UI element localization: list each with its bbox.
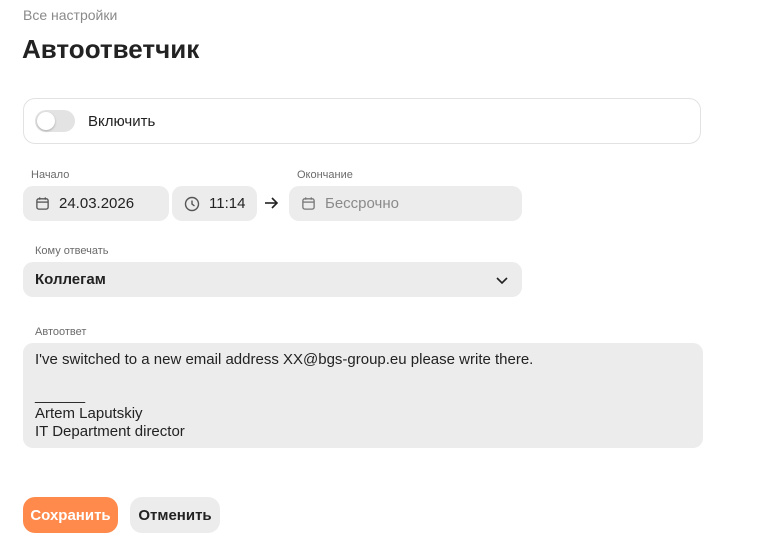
autoreply-line: IT Department director — [35, 423, 185, 440]
start-time-value: 11:14 — [209, 195, 246, 212]
autoreply-line — [35, 369, 691, 387]
toggle-knob — [37, 112, 55, 130]
enable-toggle-switch[interactable] — [35, 110, 75, 132]
enable-toggle-card: Включить — [23, 98, 701, 144]
reply-to-label: Кому отвечать — [35, 245, 109, 257]
start-date-field[interactable]: 24.03.2026 — [23, 186, 169, 221]
enable-toggle-label: Включить — [88, 112, 156, 130]
autoreply-textarea[interactable]: I've switched to a new email address XX@… — [23, 343, 703, 448]
start-label: Начало — [31, 169, 70, 181]
cancel-button[interactable]: Отменить — [130, 497, 220, 533]
arrow-right-icon — [265, 197, 279, 209]
autoreply-label: Автоответ — [35, 326, 87, 338]
start-date-value: 24.03.2026 — [59, 195, 135, 212]
end-date-placeholder: Бессрочно — [325, 195, 399, 212]
reply-to-value: Коллегам — [35, 271, 106, 288]
autoreply-line: ______ — [35, 387, 86, 404]
save-button[interactable]: Сохранить — [23, 497, 118, 533]
calendar-icon — [36, 197, 49, 210]
reply-to-select[interactable]: Коллегам — [23, 262, 522, 297]
autoreply-line: I've switched to a new email address XX@… — [35, 351, 534, 368]
start-time-field[interactable]: 11:14 — [172, 186, 257, 221]
end-label: Окончание — [297, 169, 353, 181]
clock-icon — [184, 196, 200, 211]
calendar-icon — [302, 197, 315, 210]
end-date-field[interactable]: Бессрочно — [289, 186, 522, 221]
page-title: Автоответчик — [22, 34, 200, 64]
autoreply-line: Artem Laputskiy — [35, 405, 143, 422]
breadcrumb-all-settings[interactable]: Все настройки — [23, 7, 117, 23]
chevron-down-icon — [496, 276, 508, 284]
